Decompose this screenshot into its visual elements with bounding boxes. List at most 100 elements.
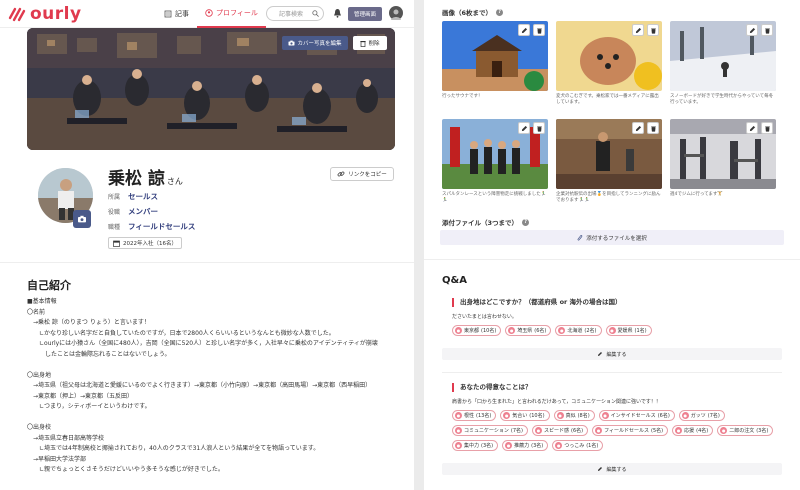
user-dot-icon: ● [720, 427, 728, 434]
tab-articles[interactable]: 記事 [156, 0, 197, 28]
select-attachment-button[interactable]: 添付するファイルを選択 [440, 230, 784, 245]
tag-label: 根性 [464, 413, 475, 419]
user-dot-icon: ● [455, 427, 462, 434]
intro-line: →埼玉県（祖父母は北海道と愛媛にいるのでよく行きます）→東京都（小竹向原）→東京… [27, 382, 372, 389]
answer-tag[interactable]: ● 埼玉県 (6名) [505, 325, 552, 336]
bell-icon[interactable] [333, 8, 342, 18]
question-title: あなたの得意なことは？ [452, 383, 782, 392]
answer-tag[interactable]: ● フィールドセールス (5名) [592, 425, 669, 436]
user-dot-icon: ● [608, 327, 616, 334]
tag-count: (3名) [756, 428, 769, 434]
divider [442, 372, 782, 373]
pencil-icon [521, 27, 527, 33]
answer-tag[interactable]: ● 二郎の注文 (3名) [717, 425, 774, 436]
logo[interactable]: ourly [8, 4, 82, 24]
answer-tag[interactable]: ● 愛媛県 (1名) [605, 325, 652, 336]
profile-name: 乗松 諒さん [108, 164, 183, 189]
search-placeholder: 記事検索 [279, 11, 304, 18]
trash-icon [536, 27, 542, 34]
intro-body: ■基本情報 〇名前 →乗松 諒（のりまつ りょう）と言います！ ∟かなり珍しい名字… [27, 297, 378, 476]
answer-tag[interactable]: ● 推薦力 (3名) [502, 440, 549, 451]
answer-tag[interactable]: ● 気合い (10名) [500, 410, 550, 421]
pencil-icon [598, 352, 603, 356]
edit-image-button[interactable] [746, 122, 758, 134]
tag-count: (6名) [571, 428, 584, 434]
answer-tag[interactable]: ● 真似 (8名) [553, 410, 595, 421]
qa-item: 出身地はどこですか？（都道府県 or 海外の場合は国） ださいたまとは言わせない… [452, 298, 782, 336]
answer-tag[interactable]: ● つっこみ (1名) [552, 440, 604, 451]
answer-tag[interactable]: ● ガッツ (7名) [678, 410, 725, 421]
pencil-icon [521, 125, 527, 131]
profile-panel: ourly 記事 プロフィール 記事検索 管理画面 カバー写真を編集 削除 乗松… [0, 0, 414, 490]
tag-count: (6名) [534, 328, 547, 334]
qa-item: あなたの得意なことは？ 肩書から「口から生まれた」と言われるだけあって，コミュニ… [452, 383, 782, 451]
pencil-icon [749, 27, 755, 33]
image-6[interactable] [670, 119, 776, 189]
answer-tag[interactable]: ● 東京都 (10名) [452, 325, 502, 336]
answer-tag[interactable]: ● コミュニケーション (7名) [452, 425, 528, 436]
user-dot-icon: ● [555, 442, 563, 449]
edit-answer-button[interactable]: 編集する [442, 348, 782, 360]
intro-line: ∟埼玉では4年制高校と揶揄されており，40人のクラスで31人浪人という結果が全て… [27, 445, 320, 452]
image-1[interactable] [442, 21, 548, 91]
camera-icon [78, 215, 86, 223]
delete-image-button[interactable] [647, 122, 659, 134]
attr-value[interactable]: メンバー [128, 206, 158, 217]
answer-tag[interactable]: ● スピード感 (6名) [532, 425, 589, 436]
attr-value[interactable]: セールス [128, 191, 158, 202]
delete-image-button[interactable] [533, 122, 545, 134]
answer-tag[interactable]: ● 根性 (13名) [452, 410, 497, 421]
delete-image-button[interactable] [761, 122, 773, 134]
pencil-icon [749, 125, 755, 131]
user-dot-icon: ● [503, 412, 511, 419]
image-5[interactable] [556, 119, 662, 189]
image-3[interactable] [670, 21, 776, 91]
avatar-icon [391, 9, 401, 20]
user-dot-icon: ● [455, 412, 462, 419]
search-input[interactable]: 記事検索 [266, 6, 324, 21]
question-desc: ださいたまとは言わせない。 [452, 314, 517, 320]
question-title: 出身地はどこですか？（都道府県 or 海外の場合は国） [452, 298, 782, 307]
edit-image-button[interactable] [632, 24, 644, 36]
logo-text: ourly [30, 3, 82, 24]
delete-image-button[interactable] [647, 24, 659, 36]
admin-button[interactable]: 管理画面 [348, 7, 382, 21]
tag-count: (2名) [584, 328, 597, 334]
tag-count: (3名) [481, 443, 494, 449]
delete-image-button[interactable] [533, 24, 545, 36]
joined-badge[interactable]: 2022年入社（16名） [108, 237, 182, 249]
help-icon[interactable]: ? [522, 218, 530, 226]
attr-value[interactable]: フィールドセールス [128, 221, 195, 232]
copy-link-button[interactable]: リンクをコピー [330, 167, 394, 181]
answer-tag[interactable]: ● 集中力 (3名) [452, 440, 499, 451]
edit-image-button[interactable] [632, 122, 644, 134]
delete-cover-button[interactable]: 削除 [353, 36, 387, 50]
calendar-icon [113, 240, 120, 247]
image-4[interactable] [442, 119, 548, 189]
answer-tag[interactable]: ● 応援 (4名) [672, 425, 714, 436]
image-2[interactable] [556, 21, 662, 91]
camera-icon [288, 40, 295, 46]
intro-line: →早稲田大学法学部 [27, 455, 87, 463]
change-avatar-button[interactable] [73, 210, 91, 228]
edit-image-button[interactable] [518, 24, 530, 36]
image-caption: 企業対抗駅伝の出場🏅を目指してランニングに励んでおります🏃‍♂️🏃‍♂️ [556, 192, 661, 203]
user-avatar[interactable] [389, 6, 403, 20]
help-icon[interactable]: ? [496, 8, 504, 16]
attr-department: 所属 セールス [108, 191, 158, 202]
delete-image-button[interactable] [761, 24, 773, 36]
image-caption: スパルタンレースという障害物走に挑戦しました🏃‍♂️🏃‍♂️ [442, 192, 547, 203]
intro-line [27, 413, 378, 424]
edit-answer-button[interactable]: 編集する [442, 463, 782, 475]
joined-text: 2022年入社（16名） [123, 241, 177, 247]
edit-cover-button[interactable]: カバー写真を編集 [282, 36, 348, 50]
answer-tag[interactable]: ● インサイドセールス (6名) [598, 410, 675, 421]
tab-profile[interactable]: プロフィール [197, 0, 266, 28]
answer-tag[interactable]: ● 北海道 (2名) [555, 325, 602, 336]
edit-image-button[interactable] [746, 24, 758, 36]
profile-icon [205, 9, 213, 17]
image-caption: 週4でジムに行ってます🏋️ [670, 192, 724, 197]
tag-label: スピード感 [544, 428, 570, 434]
user-dot-icon: ● [556, 412, 564, 419]
edit-image-button[interactable] [518, 122, 530, 134]
